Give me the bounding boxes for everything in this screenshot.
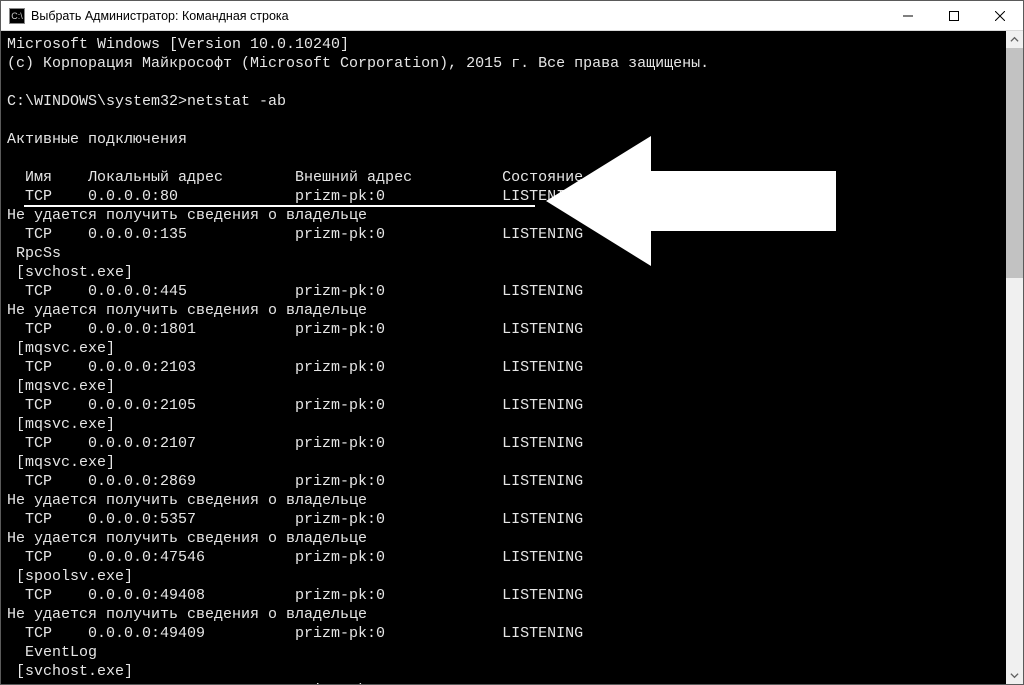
connection-row: TCP 0.0.0.0:47546 prizm-pk:0 LISTENING bbox=[7, 548, 1004, 567]
owner-info: Не удается получить сведения о владельце bbox=[7, 206, 1004, 225]
scroll-up-button[interactable] bbox=[1006, 31, 1023, 48]
prompt-line: C:\WINDOWS\system32>netstat -ab bbox=[7, 92, 1004, 111]
blank-line bbox=[7, 149, 1004, 168]
connection-row: TCP 0.0.0.0:2105 prizm-pk:0 LISTENING bbox=[7, 396, 1004, 415]
owner-info: [mqsvc.exe] bbox=[7, 339, 1004, 358]
owner-info: Не удается получить сведения о владельце bbox=[7, 491, 1004, 510]
owner-info: [mqsvc.exe] bbox=[7, 415, 1004, 434]
scroll-track[interactable] bbox=[1006, 48, 1023, 667]
cmd-icon: C:\ bbox=[9, 8, 25, 24]
owner-info: EventLog bbox=[7, 643, 1004, 662]
connection-row: TCP 0.0.0.0:2103 prizm-pk:0 LISTENING bbox=[7, 358, 1004, 377]
owner-info: [svchost.exe] bbox=[7, 662, 1004, 681]
owner-info: [spoolsv.exe] bbox=[7, 567, 1004, 586]
copyright-line: (c) Корпорация Майкрософт (Microsoft Cor… bbox=[7, 54, 1004, 73]
owner-info: RpcSs bbox=[7, 244, 1004, 263]
terminal-output[interactable]: Microsoft Windows [Version 10.0.10240](c… bbox=[1, 31, 1006, 684]
owner-info: [mqsvc.exe] bbox=[7, 377, 1004, 396]
connection-row: TCP 0.0.0.0:49409 prizm-pk:0 LISTENING bbox=[7, 624, 1004, 643]
connection-row: TCP 0.0.0.0:1801 prizm-pk:0 LISTENING bbox=[7, 320, 1004, 339]
banner-line: Microsoft Windows [Version 10.0.10240] bbox=[7, 35, 1004, 54]
maximize-button[interactable] bbox=[931, 1, 977, 31]
owner-info: [svchost.exe] bbox=[7, 263, 1004, 282]
terminal-area: Microsoft Windows [Version 10.0.10240](c… bbox=[1, 31, 1023, 684]
blank-line bbox=[7, 111, 1004, 130]
column-headers: Имя Локальный адрес Внешний адрес Состоя… bbox=[7, 168, 1004, 187]
connection-row: TCP 0.0.0.0:135 prizm-pk:0 LISTENING bbox=[7, 225, 1004, 244]
connection-row: TCP 0.0.0.0:80 prizm-pk:0 LISTENING bbox=[7, 187, 1004, 206]
connection-row: TCP 0.0.0.0:2107 prizm-pk:0 LISTENING bbox=[7, 434, 1004, 453]
scroll-thumb[interactable] bbox=[1006, 48, 1023, 278]
connection-row: TCP 0.0.0.0:49408 prizm-pk:0 LISTENING bbox=[7, 586, 1004, 605]
window-title: Выбрать Администратор: Командная строка bbox=[31, 9, 289, 23]
vertical-scrollbar[interactable] bbox=[1006, 31, 1023, 684]
owner-info: Не удается получить сведения о владельце bbox=[7, 529, 1004, 548]
scroll-down-button[interactable] bbox=[1006, 667, 1023, 684]
connection-row: TCP 0.0.0.0:49410 prizm-pk:0 LISTENING bbox=[7, 681, 1004, 684]
app-window: C:\ Выбрать Администратор: Командная стр… bbox=[0, 0, 1024, 685]
close-button[interactable] bbox=[977, 1, 1023, 31]
callout-arrow-icon bbox=[546, 136, 836, 266]
blank-line bbox=[7, 73, 1004, 92]
titlebar[interactable]: C:\ Выбрать Администратор: Командная стр… bbox=[1, 1, 1023, 31]
section-title: Активные подключения bbox=[7, 130, 1004, 149]
connection-row: TCP 0.0.0.0:5357 prizm-pk:0 LISTENING bbox=[7, 510, 1004, 529]
connection-row: TCP 0.0.0.0:2869 prizm-pk:0 LISTENING bbox=[7, 472, 1004, 491]
owner-info: Не удается получить сведения о владельце bbox=[7, 605, 1004, 624]
connection-row: TCP 0.0.0.0:445 prizm-pk:0 LISTENING bbox=[7, 282, 1004, 301]
owner-info: [mqsvc.exe] bbox=[7, 453, 1004, 472]
minimize-button[interactable] bbox=[885, 1, 931, 31]
owner-info: Не удается получить сведения о владельце bbox=[7, 301, 1004, 320]
